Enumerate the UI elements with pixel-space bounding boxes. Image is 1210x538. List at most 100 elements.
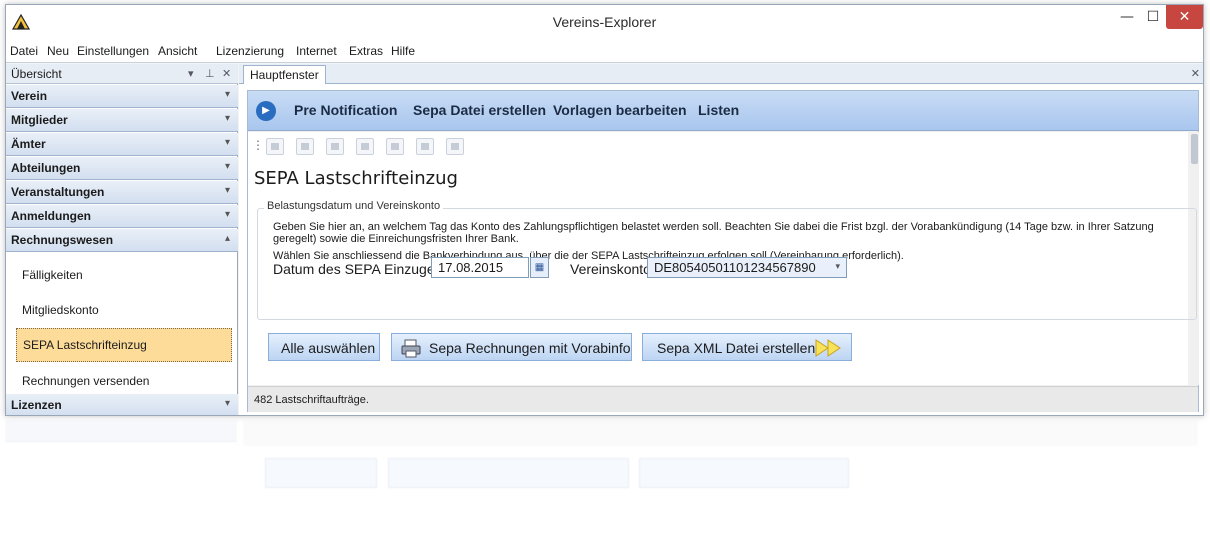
sidebar-group-verein[interactable]: Verein ▾ <box>6 85 238 108</box>
document-icon-2[interactable] <box>416 138 434 155</box>
status-bar: 482 Lastschriftaufträge. <box>248 386 1198 412</box>
document-icon[interactable] <box>386 138 404 155</box>
sidebar-item-rechnungen-versenden[interactable]: Rechnungen versenden <box>6 364 238 398</box>
printer-icon <box>401 339 421 358</box>
reflection-button <box>639 458 849 488</box>
close-button[interactable]: ✕ <box>1166 5 1203 29</box>
menu-extras[interactable]: Extras <box>349 44 383 58</box>
reflection-status-bar <box>243 420 1198 446</box>
group-label: Ämter <box>11 137 46 151</box>
minimize-button[interactable]: — <box>1114 5 1140 29</box>
group-label: Mitglieder <box>11 113 68 127</box>
export-excel-icon[interactable] <box>356 138 374 155</box>
group-label: Veranstaltungen <box>11 185 105 199</box>
sidebar-item-faelligkeiten[interactable]: Fälligkeiten <box>6 258 238 292</box>
maximize-button[interactable]: ☐ <box>1140 5 1166 29</box>
main-area: Hauptfenster ✕ ▶ Pre Notification Sepa D… <box>239 64 1203 415</box>
pin-icon[interactable]: ⊥ <box>205 67 215 80</box>
sidebar-group-anmeldungen[interactable]: Anmeldungen ▾ <box>6 205 238 228</box>
create-sepa-xml-button[interactable]: Sepa XML Datei erstellen <box>642 333 852 361</box>
ribbon-bar: ▶ Pre Notification Sepa Datei erstellen … <box>248 91 1198 131</box>
reflection-button <box>265 458 377 488</box>
status-text: 482 Lastschriftaufträge. <box>254 394 369 406</box>
chevron-down-icon: ▾ <box>224 161 230 172</box>
chevron-down-icon: ▾ <box>224 137 230 148</box>
menu-datei[interactable]: Datei <box>10 44 38 58</box>
group-label: Abteilungen <box>11 161 81 175</box>
print-icon[interactable] <box>446 138 464 155</box>
ribbon-vorlagen-bearbeiten[interactable]: Vorlagen bearbeiten <box>553 102 687 118</box>
date-input[interactable]: 17.08.2015 <box>431 257 529 278</box>
menu-bar: Datei Neu Einstellungen Ansicht Lizenzie… <box>6 39 1203 63</box>
group-label: Verein <box>11 89 48 103</box>
select-all-button[interactable]: Alle auswählen <box>268 333 380 361</box>
scroll-thumb[interactable] <box>1191 134 1198 164</box>
date-label: Datum des SEPA Einzuges: <box>273 261 446 277</box>
window-title: Vereins-Explorer <box>552 14 657 30</box>
chevron-up-icon: ▴ <box>224 233 230 244</box>
account-select[interactable]: DE80540501101234567890 ▾ <box>647 257 847 278</box>
button-label: Sepa Rechnungen mit Vorabinfo <box>429 340 631 356</box>
sidebar-group-lizenzen[interactable]: Lizenzen ▾ <box>6 394 238 415</box>
section-legend: Belastungsdatum und Vereinskonto <box>264 200 444 212</box>
document-content: ▶ Pre Notification Sepa Datei erstellen … <box>247 90 1199 412</box>
menu-ansicht[interactable]: Ansicht <box>158 44 197 58</box>
export-a-icon[interactable] <box>266 138 284 155</box>
group-label: Lizenzen <box>11 398 62 412</box>
menu-einstellungen[interactable]: Einstellungen <box>77 44 149 58</box>
button-label: Sepa XML Datei erstellen <box>657 340 816 356</box>
chevron-down-icon: ▾ <box>224 209 230 220</box>
group-label: Anmeldungen <box>11 209 91 223</box>
sidebar-item-label: Mitgliedskonto <box>22 303 99 317</box>
double-arrow-right-icon <box>815 339 841 357</box>
description-text-1: Geben Sie hier an, an welchem Tag das Ko… <box>273 221 1154 233</box>
app-window: Vereins-Explorer — ☐ ✕ Datei Neu Einstel… <box>5 4 1204 416</box>
account-label: Vereinskonto: <box>570 261 655 277</box>
reflection-sidebar-bar <box>5 420 237 442</box>
chevron-down-icon: ▾ <box>224 89 230 100</box>
sidebar-group-aemter[interactable]: Ämter ▾ <box>6 133 238 156</box>
group-label: Rechnungswesen <box>11 233 114 247</box>
sidebar-item-label: Fälligkeiten <box>22 268 83 282</box>
sidebar-group-abteilungen[interactable]: Abteilungen ▾ <box>6 157 238 180</box>
navigation-sidebar: Übersicht ▾ ⊥ ✕ Verein ▾ Mitglieder ▾ Äm… <box>6 64 238 415</box>
ribbon-pre-notification[interactable]: Pre Notification <box>294 102 397 118</box>
close-tab-icon[interactable]: ✕ <box>1191 67 1200 80</box>
page-title: SEPA Lastschrifteinzug <box>254 168 458 189</box>
description-text-1b: geregelt) sowie die Einreichungsfristen … <box>273 233 519 245</box>
ribbon-listen[interactable]: Listen <box>698 102 739 118</box>
close-panel-icon[interactable]: ✕ <box>222 67 231 80</box>
sidebar-title: Übersicht <box>11 67 62 81</box>
chevron-down-icon: ▾ <box>224 113 230 124</box>
play-circle-icon[interactable]: ▶ <box>256 101 276 121</box>
dropdown-icon[interactable]: ▾ <box>188 67 194 80</box>
sidebar-group-veranstaltungen[interactable]: Veranstaltungen ▾ <box>6 181 238 204</box>
sepa-panel: SEPA Lastschrifteinzug Belastungsdatum u… <box>248 160 1197 385</box>
calendar-icon[interactable]: ▦ <box>530 257 549 278</box>
sidebar-item-label: SEPA Lastschrifteinzug <box>23 338 147 352</box>
menu-neu[interactable]: Neu <box>47 44 69 58</box>
menu-hilfe[interactable]: Hilfe <box>391 44 415 58</box>
sidebar-group-rechnungswesen[interactable]: Rechnungswesen ▴ <box>6 229 238 252</box>
chevron-down-icon: ▾ <box>224 398 230 409</box>
ribbon-sepa-datei-erstellen[interactable]: Sepa Datei erstellen <box>413 102 546 118</box>
sidebar-item-label: Rechnungen versenden <box>22 374 150 388</box>
button-label: Alle auswählen <box>281 340 376 356</box>
sidebar-item-mitgliedskonto[interactable]: Mitgliedskonto <box>6 293 238 327</box>
account-value: DE80540501101234567890 <box>654 260 816 275</box>
tab-hauptfenster[interactable]: Hauptfenster <box>243 65 326 84</box>
sidebar-group-mitglieder[interactable]: Mitglieder ▾ <box>6 109 238 132</box>
chevron-down-icon: ▾ <box>224 185 230 196</box>
window-reflection <box>5 420 1204 538</box>
sepa-invoices-button[interactable]: Sepa Rechnungen mit Vorabinfo <box>391 333 632 361</box>
chevron-down-icon: ▾ <box>835 261 840 271</box>
sidebar-header: Übersicht ▾ ⊥ ✕ <box>6 64 238 84</box>
reflection-button <box>388 458 629 488</box>
menu-lizenzierung[interactable]: Lizenzierung <box>216 44 284 58</box>
sidebar-item-sepa-lastschrifteinzug[interactable]: SEPA Lastschrifteinzug <box>16 328 232 362</box>
export-word-icon[interactable] <box>296 138 314 155</box>
menu-internet[interactable]: Internet <box>296 44 337 58</box>
toolbar: ⋮ <box>248 132 1188 160</box>
export-word-icon-2[interactable] <box>326 138 344 155</box>
title-bar: Vereins-Explorer — ☐ ✕ <box>6 5 1203 39</box>
